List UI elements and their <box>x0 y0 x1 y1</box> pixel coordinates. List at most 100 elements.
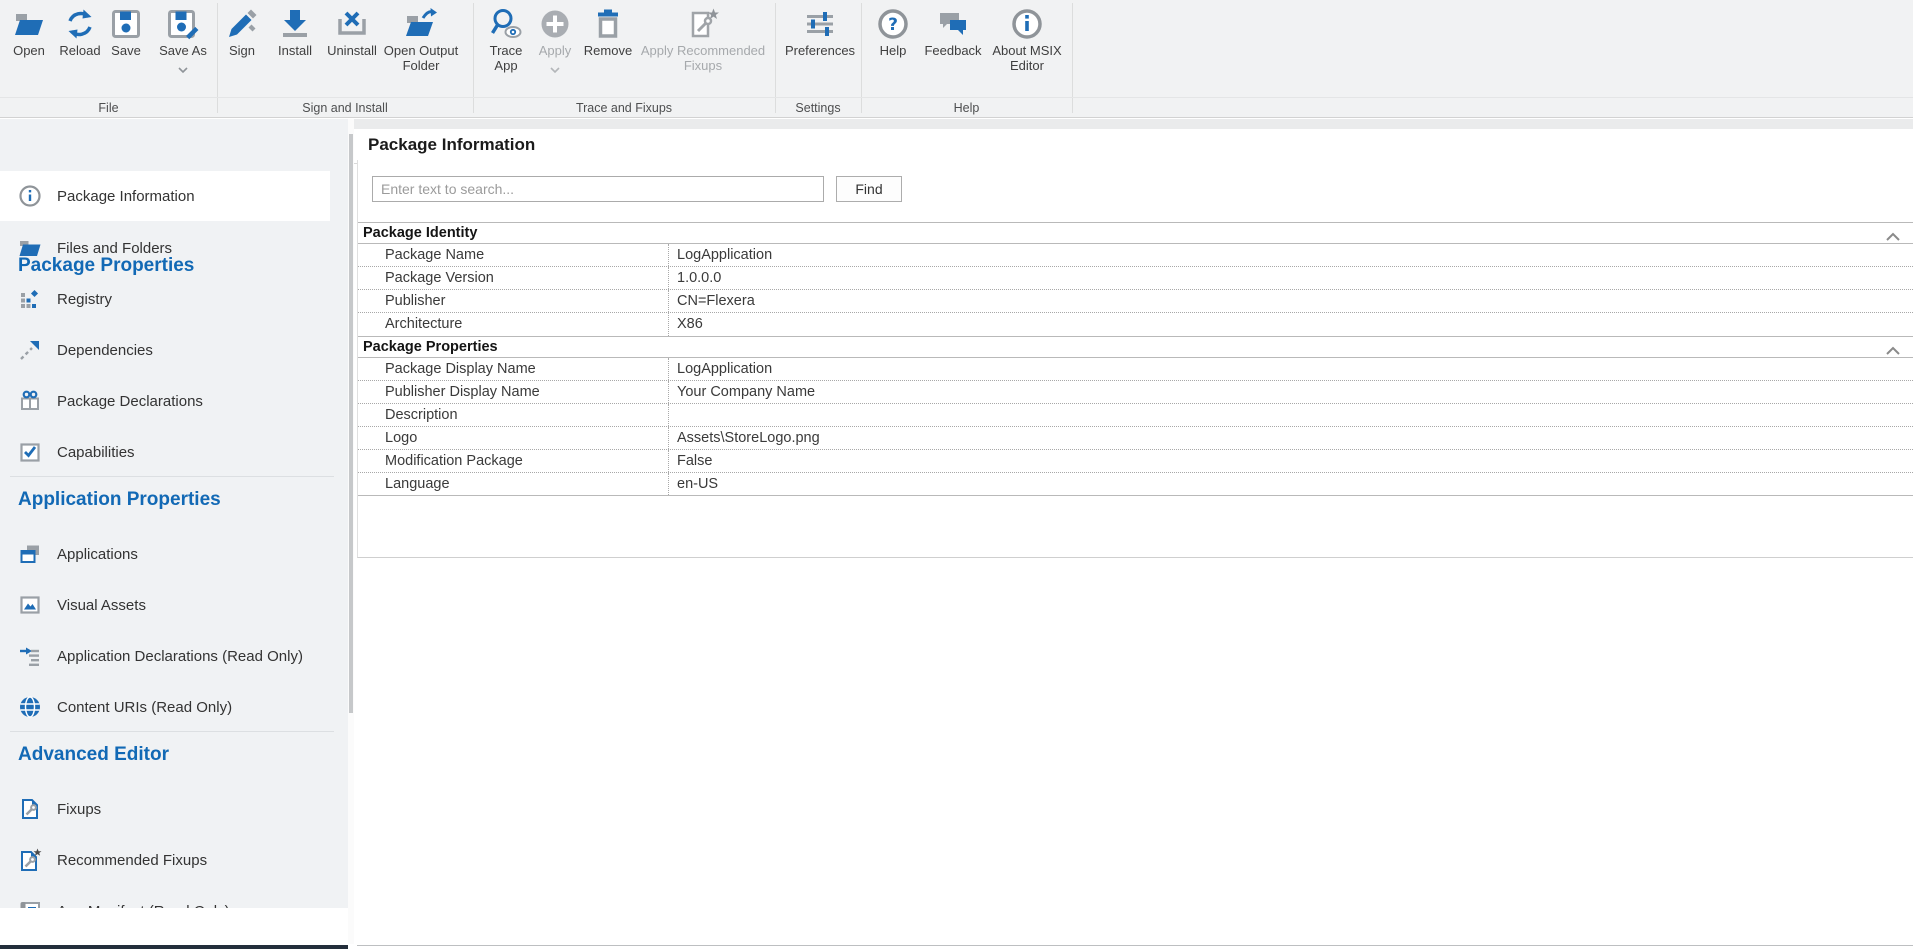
feedback-button-label: Feedback <box>924 44 981 59</box>
ribbon-group-labels: File Sign and Install Trace and Fixups S… <box>0 97 1913 119</box>
feedback-bubbles-icon <box>936 7 970 41</box>
save-button[interactable]: Save <box>105 7 147 59</box>
property-value[interactable]: CN=Flexera <box>668 290 1913 312</box>
open-button-label: Open <box>13 44 45 59</box>
search-input[interactable] <box>372 176 824 202</box>
find-button[interactable]: Find <box>836 176 902 202</box>
sidebar-item-capabilities[interactable]: Capabilities <box>0 427 330 477</box>
property-row-package-display-name: Package Display Name LogApplication <box>358 358 1913 381</box>
trace-app-button[interactable]: Trace App <box>483 7 529 73</box>
property-value[interactable]: 1.0.0.0 <box>668 267 1913 289</box>
open-output-folder-button[interactable]: Open Output Folder <box>376 7 466 73</box>
help-question-icon: ? <box>876 7 910 41</box>
property-value[interactable]: LogApplication <box>668 358 1913 380</box>
collapse-chevron-icon[interactable] <box>1885 228 1901 238</box>
remove-trash-icon <box>591 7 625 41</box>
remove-button-label: Remove <box>584 44 632 59</box>
sidebar-item-label: Package Information <box>57 188 195 205</box>
sidebar-item-visual-assets[interactable]: Visual Assets <box>0 580 330 630</box>
sidebar-item-recommended-fixups[interactable]: Recommended Fixups <box>0 835 330 885</box>
reload-button[interactable]: Reload <box>54 7 106 59</box>
sign-button[interactable]: Sign <box>220 7 264 59</box>
uninstall-button[interactable]: Uninstall <box>322 7 382 59</box>
sidebar-item-application-declarations[interactable]: Application Declarations (Read Only) <box>0 631 330 681</box>
dependencies-arrow-icon <box>18 338 42 362</box>
apply-button[interactable]: Apply <box>533 7 577 79</box>
property-label: Logo <box>358 427 668 449</box>
preferences-button[interactable]: Preferences <box>784 7 856 59</box>
fixups-wrench-icon <box>18 797 42 821</box>
package-information-panel: Find Package Identity Package Name LogAp… <box>357 160 1913 558</box>
sidebar-divider <box>10 476 334 477</box>
property-label: Publisher Display Name <box>358 381 668 403</box>
preferences-sliders-icon <box>803 7 837 41</box>
sidebar-item-label: Recommended Fixups <box>57 852 207 869</box>
apply-plus-icon <box>538 7 572 41</box>
sidebar-scrollbar-thumb[interactable] <box>349 134 353 713</box>
content-bottom-border <box>357 945 1913 946</box>
save-button-label: Save <box>111 44 141 59</box>
collapse-chevron-icon[interactable] <box>1885 342 1901 352</box>
group-label-help: Help <box>861 101 1072 115</box>
apply-recommended-fixups-button[interactable]: Apply Recommended Fixups <box>636 7 770 73</box>
save-icon <box>109 7 143 41</box>
preferences-button-label: Preferences <box>785 44 855 59</box>
property-value[interactable] <box>668 404 1913 426</box>
sidebar-item-label: Capabilities <box>57 444 135 461</box>
install-arrow-icon <box>278 7 312 41</box>
property-value[interactable]: en-US <box>668 473 1913 495</box>
section-header-label: Package Identity <box>363 225 477 241</box>
property-value[interactable]: Assets\StoreLogo.png <box>668 427 1913 449</box>
sidebar-item-label: Registry <box>57 291 112 308</box>
sidebar-bottom-overlay <box>0 908 348 945</box>
uninstall-x-icon <box>335 7 369 41</box>
group-label-settings: Settings <box>775 101 861 115</box>
about-msix-editor-button[interactable]: About MSIX Editor <box>989 7 1065 73</box>
property-row-modification-package: Modification Package False <box>358 450 1913 473</box>
property-row-description: Description <box>358 404 1913 427</box>
section-header-package-identity: Package Identity <box>358 222 1913 244</box>
globe-icon <box>18 695 42 719</box>
group-label-trace-and-fixups: Trace and Fixups <box>473 101 775 115</box>
about-msix-editor-button-label: About MSIX Editor <box>989 44 1065 73</box>
property-row-package-version: Package Version 1.0.0.0 <box>358 267 1913 290</box>
sidebar-item-dependencies[interactable]: Dependencies <box>0 325 330 375</box>
sidebar-item-label: Files and Folders <box>57 240 172 257</box>
sidebar-item-files-and-folders[interactable]: Files and Folders <box>0 223 330 273</box>
open-folder-icon <box>12 7 46 41</box>
reload-button-label: Reload <box>59 44 100 59</box>
property-value[interactable]: False <box>668 450 1913 472</box>
help-button[interactable]: ? Help <box>873 7 913 59</box>
install-button[interactable]: Install <box>271 7 319 59</box>
property-value[interactable]: Your Company Name <box>668 381 1913 403</box>
sidebar-item-label: Visual Assets <box>57 597 146 614</box>
msix-editor-window: { "ribbon": { "groups": [ { "label": "Fi… <box>0 0 1913 949</box>
sidebar-divider <box>10 731 334 732</box>
property-label: Architecture <box>358 313 668 336</box>
trace-app-magnifier-icon <box>489 7 523 41</box>
sidebar-item-package-information[interactable]: Package Information <box>0 171 330 221</box>
property-value[interactable]: LogApplication <box>668 244 1913 266</box>
sidebar-bottom-bar <box>0 945 348 949</box>
save-as-dropdown-chevron-icon[interactable] <box>178 61 188 79</box>
sidebar-item-fixups[interactable]: Fixups <box>0 784 330 834</box>
property-label: Publisher <box>358 290 668 312</box>
registry-blocks-icon <box>18 287 42 311</box>
property-row-architecture: Architecture X86 <box>358 313 1913 336</box>
feedback-button[interactable]: Feedback <box>921 7 985 59</box>
picture-icon <box>18 593 42 617</box>
property-label: Package Name <box>358 244 668 266</box>
property-value[interactable]: X86 <box>668 313 1913 336</box>
recommended-fixups-star-icon <box>686 7 720 41</box>
sidebar-item-content-uris[interactable]: Content URIs (Read Only) <box>0 682 330 732</box>
sidebar-item-package-declarations[interactable]: Package Declarations <box>0 376 330 426</box>
remove-button[interactable]: Remove <box>580 7 636 59</box>
save-as-icon <box>166 7 200 41</box>
sidebar-item-applications[interactable]: Applications <box>0 529 330 579</box>
sidebar-item-registry[interactable]: Registry <box>0 274 330 324</box>
property-label: Description <box>358 404 668 426</box>
open-button[interactable]: Open <box>6 7 52 59</box>
uninstall-button-label: Uninstall <box>327 44 377 59</box>
apply-recommended-fixups-button-label: Apply Recommended Fixups <box>636 44 770 73</box>
save-as-button[interactable]: Save As <box>154 7 212 79</box>
